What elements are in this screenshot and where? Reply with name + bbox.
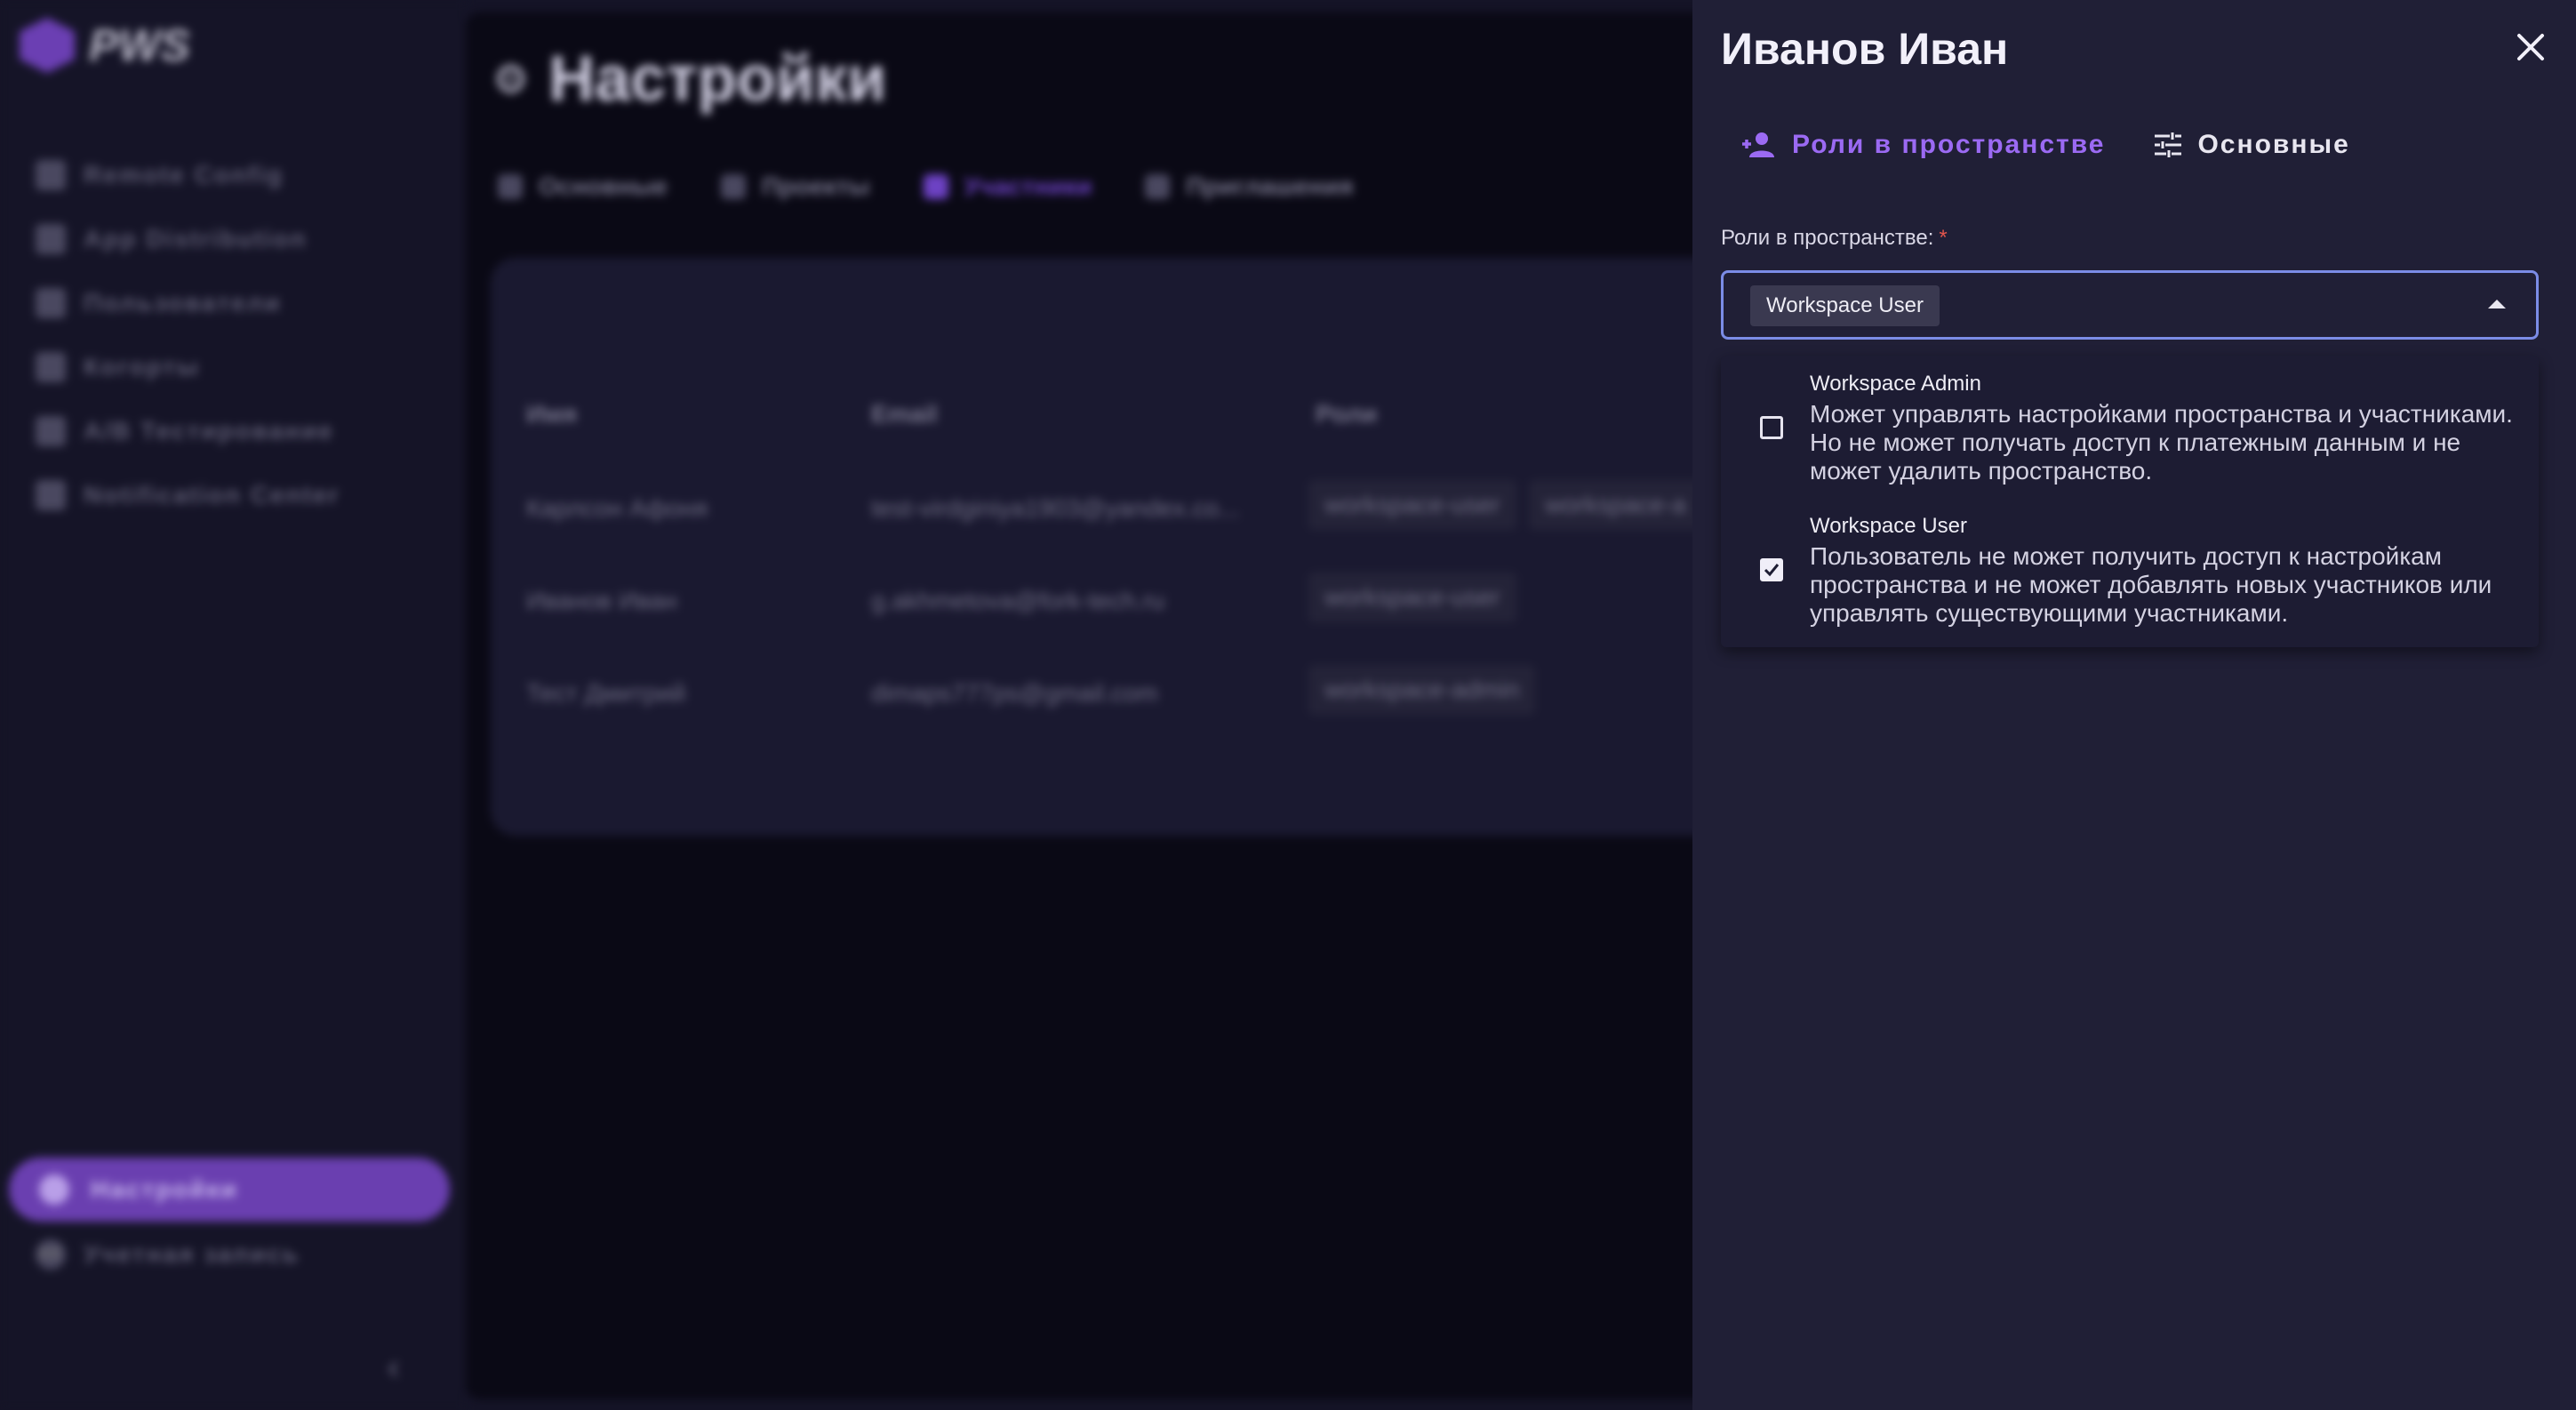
tab-label: Участники <box>964 172 1092 200</box>
roles-select[interactable]: Workspace User <box>1721 270 2539 340</box>
users-icon <box>36 288 66 318</box>
person-add-icon <box>1742 132 1774 157</box>
folder-icon <box>720 174 746 199</box>
option-workspace-admin[interactable]: Workspace Admin Может управлять настройк… <box>1721 356 2539 498</box>
tab-label: Проекты <box>761 172 870 200</box>
page-title: ⚙ Настройки <box>492 43 886 116</box>
role-chip: workspace-user <box>1308 573 1516 622</box>
column-header-name: Имя <box>526 400 578 428</box>
tab-label: Основные <box>539 172 668 200</box>
roles-field-label: Роли в пространстве: * <box>1721 226 1948 251</box>
briefcase-icon <box>923 174 948 199</box>
sidebar-item-label: Пользователи <box>84 289 282 316</box>
tab-members[interactable]: Участники <box>923 172 1092 201</box>
sidebar-item-users[interactable]: Пользователи <box>36 288 282 318</box>
send-icon <box>36 480 66 510</box>
sidebar-item-label: Настройки <box>91 1175 238 1203</box>
tab-workspace-roles[interactable]: Роли в пространстве <box>1742 130 2105 160</box>
sidebar-item-label: App Distribution <box>84 225 308 252</box>
role-chip: workspace-admin <box>1308 665 1536 715</box>
table-cell-name: Тест Дмитрий <box>526 679 686 707</box>
close-button[interactable] <box>2510 27 2551 68</box>
sidebar: PWS Remote Config App Distribution Польз… <box>0 0 466 1410</box>
sidebar-item-remote-config[interactable]: Remote Config <box>36 160 284 190</box>
tab-label: Основные <box>2197 130 2350 159</box>
required-mark: * <box>1939 226 1948 250</box>
sidebar-item-label: Учетная запись <box>84 1240 300 1268</box>
checkbox-icon[interactable] <box>1760 416 1783 439</box>
option-description: Может управлять настройками пространства… <box>1810 400 2513 485</box>
sidebar-item-notification-center[interactable]: Notification Center <box>36 480 340 510</box>
option-title: Workspace Admin <box>1810 372 1981 396</box>
cohorts-icon <box>36 352 66 382</box>
sidebar-item-label: Remote Config <box>84 161 284 188</box>
settings-tabs: Основные Проекты Участники Приглашения <box>498 172 1354 201</box>
table-cell-email: test-virdginiya1903@yandex.co... <box>871 494 1240 522</box>
sidebar-item-label: A/B Тестирование <box>84 417 334 445</box>
drawer-tabs: Роли в пространстве Основные <box>1742 130 2350 160</box>
person-add-icon <box>1145 174 1171 199</box>
remote-config-icon <box>36 160 66 190</box>
main-content: ⚙ Настройки Основные Проекты Участники П… <box>466 12 1764 1399</box>
app-distribution-icon <box>36 224 66 254</box>
role-chip: workspace-a <box>1529 480 1702 530</box>
table-cell-email: g.akhmetova@fork-tech.ru <box>871 587 1165 614</box>
tab-invitations[interactable]: Приглашения <box>1145 172 1354 201</box>
sidebar-item-settings[interactable]: Настройки <box>9 1158 450 1222</box>
selected-role-chip[interactable]: Workspace User <box>1750 285 1940 326</box>
sidebar-item-label: Notification Center <box>84 481 340 509</box>
table-cell-name: Иванов Иван <box>526 587 677 614</box>
tab-label: Роли в пространстве <box>1792 130 2106 159</box>
ab-test-icon <box>36 416 66 446</box>
tab-general[interactable]: Основные <box>498 172 668 201</box>
close-icon <box>2517 34 2544 60</box>
chevron-left-icon[interactable]: ‹ <box>388 1348 399 1388</box>
drawer-title: Иванов Иван <box>1721 24 2009 74</box>
sidebar-item-account[interactable]: АЕ Учетная запись <box>36 1239 300 1270</box>
sidebar-item-label: Когорты <box>84 353 200 381</box>
column-header-roles: Роли <box>1316 400 1378 428</box>
column-header-email: Email <box>871 400 938 428</box>
gear-icon: ⚙ <box>492 56 530 102</box>
roles-field-label-text: Роли в пространстве: <box>1721 226 1934 250</box>
table-cell-email: dimaps777ps@gmail.com <box>871 679 1158 707</box>
gear-icon <box>39 1174 69 1205</box>
brand-logo: PWS <box>20 18 190 73</box>
member-drawer: Иванов Иван Роли в пространстве Основные… <box>1692 0 2576 1410</box>
sidebar-item-ab-testing[interactable]: A/B Тестирование <box>36 416 334 446</box>
checkbox-checked-icon[interactable] <box>1760 558 1783 581</box>
checklist-icon <box>498 174 523 199</box>
checkmark-icon <box>1764 564 1780 577</box>
members-table: Имя Email Роли Карлсон Афоня test-virdgi… <box>491 258 1764 836</box>
roles-dropdown-menu: Workspace Admin Может управлять настройк… <box>1721 356 2539 647</box>
option-title: Workspace User <box>1810 514 1967 538</box>
option-workspace-user[interactable]: Workspace User Пользователь не может пол… <box>1721 498 2539 640</box>
cube-logo-icon <box>20 18 75 73</box>
sidebar-item-app-distribution[interactable]: App Distribution <box>36 224 307 254</box>
page-title-text: Настройки <box>548 44 887 115</box>
sidebar-item-cohorts[interactable]: Когорты <box>36 352 200 382</box>
sliders-icon <box>2155 132 2182 157</box>
tab-general[interactable]: Основные <box>2155 130 2349 160</box>
option-description: Пользователь не может получить доступ к … <box>1810 542 2492 627</box>
tab-label: Приглашения <box>1186 172 1354 200</box>
role-chip: workspace-user <box>1308 480 1516 530</box>
table-cell-name: Карлсон Афоня <box>526 494 708 522</box>
avatar: АЕ <box>36 1239 66 1270</box>
brand-name: PWS <box>89 20 190 70</box>
tab-projects[interactable]: Проекты <box>720 172 870 201</box>
caret-up-icon[interactable] <box>2488 300 2506 308</box>
